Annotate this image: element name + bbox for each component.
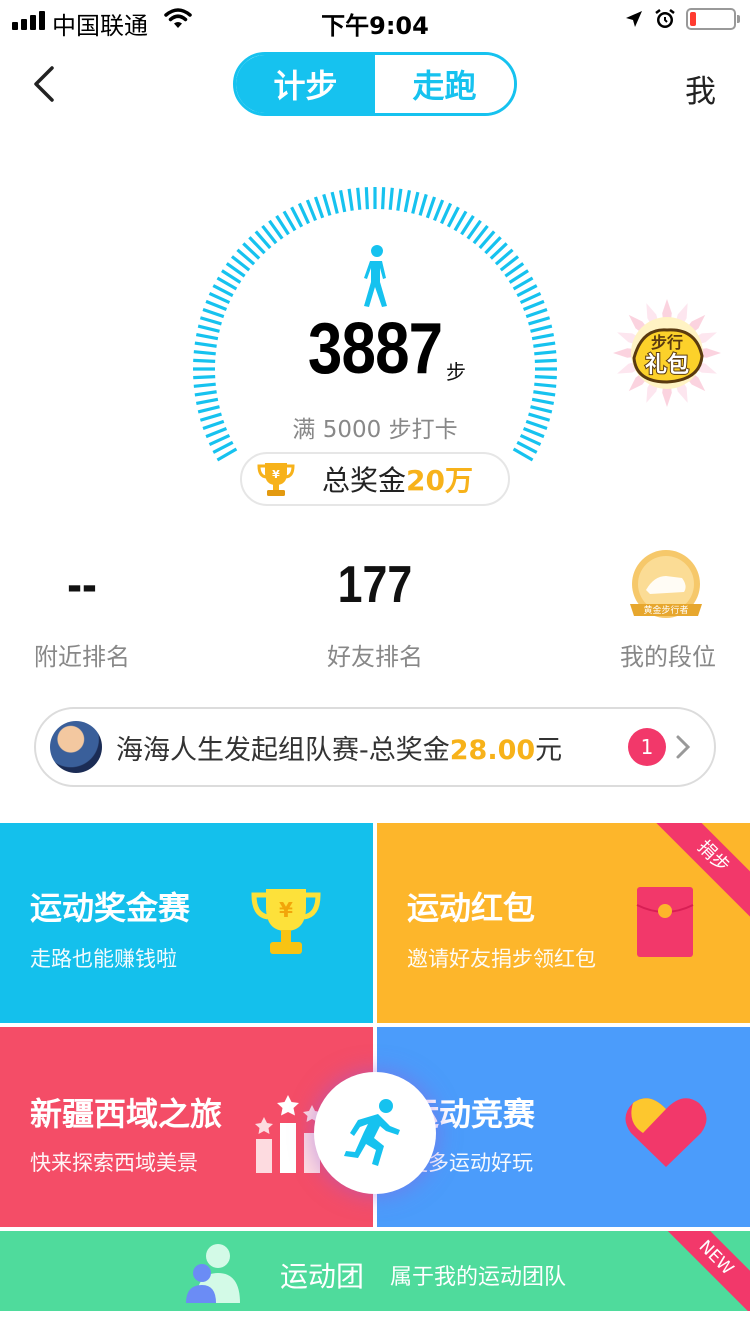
nearby-rank-value: -- bbox=[67, 556, 97, 614]
tile-title: 新疆西域之旅 bbox=[30, 1095, 223, 1133]
my-tier-label: 我的段位 bbox=[620, 643, 716, 671]
prize-pool-pill[interactable]: ¥ 总奖金20万 bbox=[240, 452, 510, 506]
tile-subtitle: 邀请好友捐步领红包 bbox=[407, 947, 596, 971]
red-envelope-icon bbox=[636, 887, 694, 957]
tile-title: 运动奖金赛 bbox=[30, 889, 191, 927]
trophy-icon: ¥ bbox=[251, 889, 321, 954]
heart-icon bbox=[625, 1098, 707, 1167]
tab-walk-run[interactable]: 走跑 bbox=[375, 55, 514, 113]
location-arrow-icon bbox=[626, 11, 642, 27]
tile-title: 运动红包 bbox=[407, 889, 536, 927]
medal-text: 黄金步行者 bbox=[643, 604, 688, 616]
battery-icon bbox=[686, 8, 740, 30]
notification-badge: 1 bbox=[628, 728, 666, 766]
gold-walker-medal-icon[interactable]: 黄金步行者 bbox=[620, 546, 712, 628]
svg-text:¥: ¥ bbox=[279, 898, 293, 922]
mode-segmented-control: 计步 走跑 bbox=[233, 52, 517, 116]
step-count-value: 3887 bbox=[307, 309, 443, 389]
trophy-icon: ¥ bbox=[257, 463, 295, 496]
goal-text: 满 5000 步打卡 bbox=[292, 417, 458, 443]
gift-text-main: 礼包 bbox=[645, 352, 689, 378]
tile-subtitle: 快来探索西域美景 bbox=[30, 1151, 198, 1175]
sports-prize-race-tile[interactable]: 运动奖金赛 走路也能赚钱啦 ¥ bbox=[0, 823, 373, 1023]
friend-rank[interactable]: 177 好友排名 bbox=[275, 555, 475, 672]
prize-amount: 20万 bbox=[406, 464, 473, 497]
sports-red-envelope-tile[interactable]: 运动红包 邀请好友捐步领红包 捐步 bbox=[377, 823, 750, 1023]
runner-icon bbox=[344, 1099, 400, 1166]
team-race-amount: 28.00 bbox=[449, 734, 536, 766]
team-people-icon bbox=[186, 1244, 240, 1303]
walking-gift-pack-icon[interactable]: 步行 礼包 bbox=[612, 298, 722, 408]
new-ribbon: NEW bbox=[655, 1231, 750, 1311]
svg-text:¥: ¥ bbox=[272, 468, 280, 481]
gift-text-top: 步行 bbox=[651, 333, 683, 352]
alarm-icon bbox=[655, 9, 675, 28]
walker-icon bbox=[364, 245, 387, 307]
nearby-rank-label: 附近排名 bbox=[34, 643, 130, 671]
team-race-text: 海海人生发起组队赛-总奖金 bbox=[116, 734, 450, 766]
prize-label: 总奖金 bbox=[322, 464, 407, 497]
tab-step-count[interactable]: 计步 bbox=[236, 55, 375, 113]
friend-rank-label: 好友排名 bbox=[327, 643, 423, 671]
tile-subtitle: 走路也能赚钱啦 bbox=[30, 947, 177, 971]
friend-rank-value: 177 bbox=[337, 556, 413, 614]
nav-bar: 计步 走跑 我 bbox=[0, 52, 750, 116]
step-unit: 步 bbox=[446, 360, 466, 384]
sports-team-title: 运动团 bbox=[280, 1260, 365, 1293]
back-chevron-icon[interactable] bbox=[26, 62, 66, 106]
chevron-right-icon bbox=[676, 735, 691, 759]
status-bar: 中国联通 下午9:04 bbox=[0, 0, 750, 40]
nearby-rank[interactable]: -- 附近排名 bbox=[0, 555, 182, 672]
avatar bbox=[50, 721, 102, 773]
sports-team-subtitle: 属于我的运动团队 bbox=[390, 1265, 567, 1290]
profile-button[interactable]: 我 bbox=[685, 66, 716, 111]
sports-team-bar[interactable]: 运动团 属于我的运动团队 NEW bbox=[0, 1231, 750, 1311]
team-race-banner[interactable]: 海海人生发起组队赛-总奖金28.00元 1 bbox=[34, 707, 716, 787]
team-race-unit: 元 bbox=[535, 734, 563, 766]
start-run-button[interactable] bbox=[314, 1072, 436, 1194]
